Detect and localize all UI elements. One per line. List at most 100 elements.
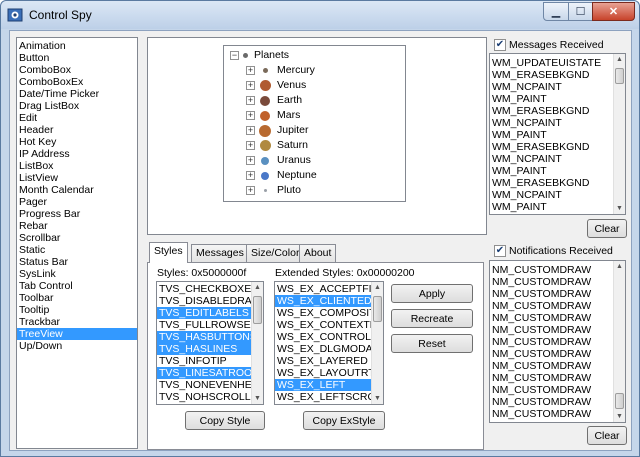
style-list-item[interactable]: TVS_LINESATROOT bbox=[157, 367, 259, 379]
message-list-item[interactable]: NM_CUSTOMDRAW bbox=[490, 264, 613, 276]
message-list-item[interactable]: NM_CUSTOMDRAW bbox=[490, 360, 613, 372]
control-list-item[interactable]: Tooltip bbox=[17, 304, 137, 316]
style-list-item[interactable]: WS_EX_LEFT bbox=[275, 379, 371, 391]
expand-icon[interactable]: + bbox=[246, 126, 255, 135]
tab-size-color[interactable]: Size/Color bbox=[246, 244, 305, 262]
style-list-item[interactable]: TVS_FULLROWSELEC bbox=[157, 319, 263, 331]
control-list-item[interactable]: Trackbar bbox=[17, 316, 137, 328]
style-list-item[interactable]: TVS_CHECKBOXES bbox=[157, 283, 258, 295]
style-list-item[interactable]: TVS_NOHSCROLL bbox=[157, 391, 251, 403]
expand-icon[interactable]: + bbox=[246, 171, 255, 180]
message-list-item[interactable]: WM_NCPAINT bbox=[490, 81, 613, 93]
message-list-item[interactable]: NM_CUSTOMDRAW bbox=[490, 276, 613, 288]
control-list-item[interactable]: ComboBoxEx bbox=[17, 76, 137, 88]
message-list-item[interactable]: WM_PAINT bbox=[490, 201, 613, 213]
control-list-item[interactable]: SysLink bbox=[17, 268, 137, 280]
message-list-item[interactable]: WM_PAINT bbox=[490, 165, 613, 177]
tree-node-saturn[interactable]: + Saturn bbox=[246, 138, 308, 153]
expand-icon[interactable]: + bbox=[246, 66, 255, 75]
tree-node-jupiter[interactable]: + Jupiter bbox=[246, 123, 309, 138]
style-list-item[interactable]: TVS_INFOTIP bbox=[157, 355, 251, 367]
title-bar[interactable]: Control Spy ▁ ☐ ✕ bbox=[1, 1, 639, 29]
style-list-item[interactable]: WS_EX_LAYERED bbox=[275, 355, 371, 367]
scroll-up-icon[interactable]: ▲ bbox=[614, 54, 625, 65]
style-list-item[interactable]: WS_EX_LAYOUTRTL bbox=[275, 367, 380, 379]
message-list-item[interactable]: NM_CUSTOMDRAW bbox=[490, 408, 613, 420]
tree-node-uranus[interactable]: + Uranus bbox=[246, 153, 311, 168]
control-list-item[interactable]: ListBox bbox=[17, 160, 137, 172]
apply-button[interactable]: Apply bbox=[391, 284, 473, 303]
messages-scrollbar[interactable]: ▲ ▼ bbox=[613, 54, 625, 214]
style-list-item[interactable]: WS_EX_COMPOSITE bbox=[275, 307, 383, 319]
maximize-button[interactable]: ☐ bbox=[568, 2, 593, 21]
expand-icon[interactable]: + bbox=[246, 156, 255, 165]
messages-checkbox[interactable]: ✔ bbox=[494, 39, 506, 51]
scroll-up-icon[interactable]: ▲ bbox=[372, 282, 383, 293]
scroll-up-icon[interactable]: ▲ bbox=[614, 261, 625, 272]
ex-styles-list[interactable]: WS_EX_ACCEPTFILE WS_EX_CLIENTEDGE WS_EX_CO… bbox=[274, 281, 384, 405]
close-button[interactable]: ✕ bbox=[592, 2, 635, 21]
message-list-item[interactable]: NM_CUSTOMDRAW bbox=[490, 312, 613, 324]
copy-style-button[interactable]: Copy Style bbox=[185, 411, 265, 430]
message-list-item[interactable]: NM_CUSTOMDRAW bbox=[490, 300, 613, 312]
tab-messages[interactable]: Messages bbox=[191, 244, 249, 262]
control-list-item[interactable]: Scrollbar bbox=[17, 232, 137, 244]
messages-list[interactable]: WM_UPDATEUISTATE WM_ERASEBKGND WM_NCPAINT W… bbox=[489, 53, 626, 215]
message-list-item[interactable]: NM_CUSTOMDRAW bbox=[490, 288, 613, 300]
style-list-item[interactable]: TVS_EDITLABELS bbox=[157, 307, 251, 319]
control-list-item[interactable]: Status Bar bbox=[17, 256, 137, 268]
control-list-item[interactable]: TreeView bbox=[17, 328, 137, 340]
style-list-item[interactable]: WS_EX_ACCEPTFILE bbox=[275, 283, 383, 295]
message-list-item[interactable]: NM_CUSTOMDRAW bbox=[490, 396, 613, 408]
expand-icon[interactable]: + bbox=[246, 111, 255, 120]
copy-exstyle-button[interactable]: Copy ExStyle bbox=[303, 411, 385, 430]
scroll-down-icon[interactable]: ▼ bbox=[614, 203, 625, 214]
message-list-item[interactable]: WM_PAINT bbox=[490, 93, 613, 105]
control-list-item[interactable]: Rebar bbox=[17, 220, 137, 232]
control-list-item[interactable]: Month Calendar bbox=[17, 184, 137, 196]
message-list-item[interactable]: WM_UPDATEUISTATE bbox=[490, 57, 613, 69]
message-list-item[interactable]: NM_CUSTOMDRAW bbox=[490, 372, 613, 384]
control-list-item[interactable]: Pager bbox=[17, 196, 137, 208]
control-list-item[interactable]: Up/Down bbox=[17, 340, 137, 352]
control-list-item[interactable]: ComboBox bbox=[17, 64, 137, 76]
control-list-item[interactable]: Date/Time Picker bbox=[17, 88, 137, 100]
notifications-scrollbar[interactable]: ▲ ▼ bbox=[613, 261, 625, 422]
scroll-up-icon[interactable]: ▲ bbox=[252, 282, 263, 293]
tree-node-earth[interactable]: + Earth bbox=[246, 93, 302, 108]
expand-icon[interactable]: + bbox=[246, 141, 255, 150]
tree-node-mercury[interactable]: + Mercury bbox=[246, 63, 315, 78]
control-list-item[interactable]: Header bbox=[17, 124, 137, 136]
style-list-item[interactable]: TVS_NONEVENHEIGH bbox=[157, 379, 263, 391]
style-list-item[interactable]: TVS_HASLINES bbox=[157, 343, 251, 355]
tree-node-mars[interactable]: + Mars bbox=[246, 108, 300, 123]
collapse-icon[interactable]: − bbox=[230, 51, 239, 60]
message-list-item[interactable]: NM_CUSTOMDRAW bbox=[490, 384, 613, 396]
message-list-item[interactable]: WM_ERASEBKGND bbox=[490, 69, 613, 81]
control-list-item[interactable]: Edit bbox=[17, 112, 137, 124]
scroll-thumb[interactable] bbox=[615, 393, 624, 409]
control-list-item[interactable]: ListView bbox=[17, 172, 137, 184]
style-list-item[interactable]: TVS_HASBUTTONS bbox=[157, 331, 257, 343]
tree-node-neptune[interactable]: + Neptune bbox=[246, 168, 317, 183]
control-list-item[interactable]: Progress Bar bbox=[17, 208, 137, 220]
control-list-item[interactable]: Toolbar bbox=[17, 292, 137, 304]
expand-icon[interactable]: + bbox=[246, 186, 255, 195]
message-list-item[interactable]: WM_ERASEBKGND bbox=[490, 177, 613, 189]
message-list-item[interactable]: WM_NCPAINT bbox=[490, 117, 613, 129]
scroll-thumb[interactable] bbox=[253, 296, 262, 324]
clear-messages-button[interactable]: Clear bbox=[587, 219, 627, 238]
message-list-item[interactable]: WM_PAINT bbox=[490, 129, 613, 141]
scroll-down-icon[interactable]: ▼ bbox=[252, 393, 263, 404]
notifications-checkbox[interactable]: ✔ bbox=[494, 245, 506, 257]
styles-list[interactable]: TVS_CHECKBOXES TVS_DISABLEDRAGD TVS_EDITLA… bbox=[156, 281, 264, 405]
tab-styles[interactable]: Styles bbox=[149, 242, 188, 263]
style-list-item[interactable]: WS_EX_LEFTSCROLL bbox=[275, 391, 383, 403]
control-list-item[interactable]: Drag ListBox bbox=[17, 100, 137, 112]
expand-icon[interactable]: + bbox=[246, 81, 255, 90]
scroll-down-icon[interactable]: ▼ bbox=[372, 393, 383, 404]
scroll-down-icon[interactable]: ▼ bbox=[614, 411, 625, 422]
style-list-item[interactable]: WS_EX_CLIENTEDGE bbox=[275, 295, 383, 307]
styles-scrollbar[interactable]: ▲ ▼ bbox=[251, 282, 263, 404]
expand-icon[interactable]: + bbox=[246, 96, 255, 105]
